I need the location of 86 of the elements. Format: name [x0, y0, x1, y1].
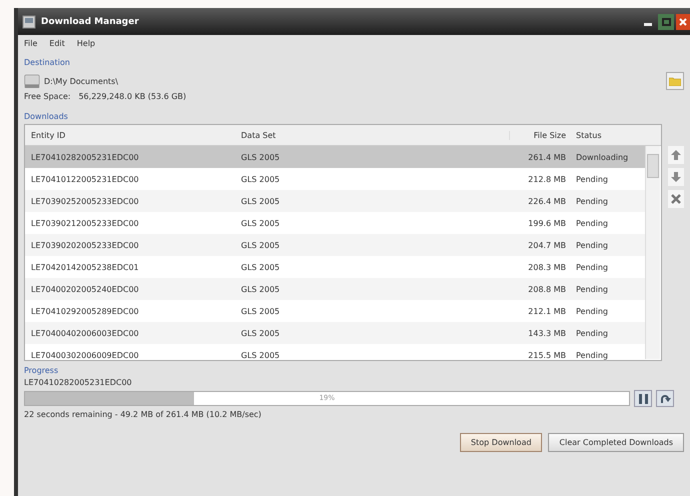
remove-icon: [671, 194, 681, 204]
table-cell-text: GLS 2005: [240, 284, 281, 294]
table-cell-text: GLS 2005: [240, 174, 281, 184]
table-cell-text: GLS 2005: [240, 196, 281, 206]
section-label: Destination: [24, 58, 70, 67]
table-cell-text: LE70410282005231EDC00: [30, 152, 140, 162]
table-cell-text: 226.4 MB: [527, 196, 567, 206]
table-row[interactable]: LE70390252005233EDC00 GLS 2005 226.4 MB Pending: [25, 190, 648, 212]
table-row[interactable]: LE70390212005233EDC00 GLS 2005 199.6 MB Pending: [25, 212, 648, 234]
move-up-button[interactable]: [668, 146, 684, 164]
table-cell-text: Pending: [575, 328, 609, 338]
maximize-icon: [662, 18, 670, 26]
table-cell-text: GLS 2005: [240, 240, 281, 250]
table-cell-text: Downloading: [575, 152, 630, 162]
column-header[interactable]: File Size: [510, 130, 570, 140]
table-cell-text: 208.8 MB: [527, 284, 567, 294]
table-row[interactable]: LE70410292005289EDC00 GLS 2005 212.1 MB Pending: [25, 300, 648, 322]
table-cell-text: 215.5 MB: [527, 350, 567, 360]
table-cell-text: LE70410292005289EDC00: [30, 306, 140, 316]
table-cell-text: 204.7 MB: [527, 240, 567, 250]
table-cell-text: Pending: [575, 350, 609, 360]
table-row[interactable]: LE70400202005240EDC00 GLS 2005 208.8 MB Pending: [25, 278, 648, 300]
table-cell-text: GLS 2005: [240, 152, 281, 162]
close-icon: [679, 18, 687, 26]
table-cell-text: LE70390252005233EDC00: [30, 196, 140, 206]
arrow-up-icon: [671, 150, 681, 160]
section-label: Downloads: [24, 112, 68, 121]
table-cell-text: 261.4 MB: [527, 152, 567, 162]
table-row[interactable]: LE70400302006009EDC00 GLS 2005 215.5 MB Pending: [25, 344, 648, 366]
table-cell-text: Pending: [575, 262, 609, 272]
column-header[interactable]: Data Set: [235, 130, 510, 140]
current-entity-id: LE70410282005231EDC00: [24, 378, 133, 387]
table-cell-text: LE70390202005233EDC00: [30, 240, 140, 250]
table-cell-text: Pending: [575, 306, 609, 316]
table-row[interactable]: LE70410122005231EDC00 GLS 2005 212.8 MB Pending: [25, 168, 648, 190]
move-down-button[interactable]: [668, 168, 684, 186]
table-cell-text: LE70400302006009EDC00: [30, 350, 140, 360]
table-cell-text: GLS 2005: [240, 218, 281, 228]
folder-icon: [669, 76, 681, 86]
section-label: Progress: [24, 366, 58, 375]
drive-icon: [24, 74, 40, 88]
remove-button[interactable]: [668, 190, 684, 208]
table-cell-text: 212.8 MB: [527, 174, 567, 184]
table-cell-text: LE70410122005231EDC00: [30, 174, 140, 184]
time-remaining: 22 seconds remaining - 49.2 MB of 261.4 MB (10.2 MB/sec): [24, 410, 262, 419]
action-button[interactable]: Clear Completed Downloads: [548, 433, 684, 452]
table-cell-text: LE70400402006003EDC00: [30, 328, 140, 338]
table-cell-text: LE70420142005238EDC01: [30, 262, 140, 272]
table-cell-text: Pending: [575, 240, 609, 250]
table-row[interactable]: LE70400402006003EDC00 GLS 2005 143.3 MB Pending: [25, 322, 648, 344]
table-cell-text: Pending: [575, 218, 609, 228]
table-cell-text: Pending: [575, 174, 609, 184]
table-cell-text: 199.6 MB: [527, 218, 567, 228]
window-title: Download Manager: [41, 16, 140, 26]
table-cell-text: Pending: [575, 196, 609, 206]
menu-item[interactable]: Edit: [49, 38, 65, 48]
table-cell-text: GLS 2005: [240, 350, 281, 360]
free-space-label: Free Space:: [24, 92, 71, 101]
menu-item[interactable]: Help: [76, 38, 96, 48]
column-header[interactable]: Status: [570, 130, 648, 140]
table-cell-text: 143.3 MB: [527, 328, 567, 338]
action-button[interactable]: Stop Download: [460, 433, 542, 452]
destination-path: D:\My Documents\: [44, 76, 120, 86]
table-cell-text: LE70390212005233EDC00: [30, 218, 140, 228]
table-cell-text: 212.1 MB: [527, 306, 567, 316]
free-space-value: 56,229,248.0 KB (53.6 GB): [78, 92, 186, 101]
resume-button[interactable]: [656, 390, 674, 407]
table-cell-text: GLS 2005: [240, 328, 281, 338]
table-cell-text: LE70400202005240EDC00: [30, 284, 140, 294]
table-row[interactable]: LE70390202005233EDC00 GLS 2005 204.7 MB Pending: [25, 234, 648, 256]
table-row[interactable]: LE70410282005231EDC00 GLS 2005 261.4 MB Downloading: [25, 146, 648, 168]
table-cell-text: 208.3 MB: [527, 262, 567, 272]
arrow-down-icon: [671, 172, 681, 182]
close-button[interactable]: [676, 14, 690, 30]
pause-icon: [638, 394, 648, 404]
pause-button[interactable]: [634, 390, 652, 407]
menu-item[interactable]: File: [24, 38, 38, 48]
redo-arrow-icon: [660, 394, 670, 404]
minimize-icon: [644, 22, 652, 26]
table-cell-text: GLS 2005: [240, 262, 281, 272]
table-row[interactable]: LE70420142005238EDC01 GLS 2005 208.3 MB Pending: [25, 256, 648, 278]
table-cell-text: GLS 2005: [240, 306, 281, 316]
scrollbar[interactable]: [645, 146, 660, 359]
app-icon: [22, 14, 36, 28]
table-cell-text: Pending: [575, 284, 609, 294]
column-header[interactable]: Entity ID: [25, 130, 235, 140]
